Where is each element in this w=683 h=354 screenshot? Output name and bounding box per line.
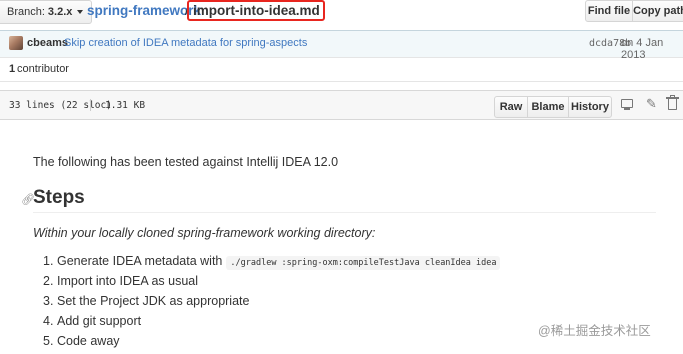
- breadcrumb-repo-link[interactable]: spring-framework: [87, 3, 201, 18]
- file-lines-info: 33 lines (22 sloc): [9, 100, 112, 111]
- chevron-down-icon: [77, 10, 84, 14]
- subheading-paragraph: Within your locally cloned spring-framew…: [33, 226, 376, 240]
- branch-prefix: Branch:: [7, 6, 45, 18]
- raw-button[interactable]: Raw: [494, 96, 528, 118]
- branch-name: 3.2.x: [47, 6, 73, 18]
- trash-icon[interactable]: [668, 99, 677, 110]
- inline-code: ./gradlew :spring-oxm:compileTestJava cl…: [226, 256, 501, 270]
- history-button[interactable]: History: [568, 96, 612, 118]
- contributor-label[interactable]: contributor: [17, 63, 69, 75]
- list-item: 2. Import into IDEA as usual: [43, 274, 199, 288]
- avatar[interactable]: [9, 36, 23, 50]
- find-file-button[interactable]: Find file: [585, 0, 633, 22]
- list-item: 5. Code away: [43, 334, 120, 348]
- copy-path-button[interactable]: Copy path: [632, 0, 683, 22]
- list-item: 1. Generate IDEA metadata with ./gradlew :…: [43, 254, 501, 274]
- desktop-icon[interactable]: [621, 99, 633, 108]
- heading-divider: [33, 212, 656, 213]
- branch-select-button[interactable]: Branch: 3.2.x: [0, 0, 93, 24]
- blame-button[interactable]: Blame: [527, 96, 569, 118]
- watermark: @稀土掘金技术社区: [538, 324, 651, 338]
- steps-heading: Steps: [33, 187, 85, 208]
- file-size-info: 1.31 KB: [105, 100, 146, 111]
- pencil-icon[interactable]: ✎: [646, 96, 657, 112]
- list-item: 3. Set the Project JDK as appropriate: [43, 294, 250, 308]
- file-info-divider: [90, 99, 91, 111]
- commit-message-link[interactable]: Skip creation of IDEA metadata for sprin…: [64, 37, 307, 49]
- list-item: 4. Add git support: [43, 314, 142, 328]
- breadcrumb-file-name: import-into-idea.md: [193, 3, 320, 18]
- desktop-stand-icon: [624, 108, 630, 110]
- contributor-count: 1: [9, 63, 16, 75]
- steps-list: 1. Generate IDEA metadata with ./gradlew :…: [43, 254, 501, 354]
- intro-paragraph: The following has been tested against In…: [33, 155, 339, 169]
- contributors-bar: [0, 58, 683, 82]
- commit-author-link[interactable]: cbeams: [27, 37, 68, 49]
